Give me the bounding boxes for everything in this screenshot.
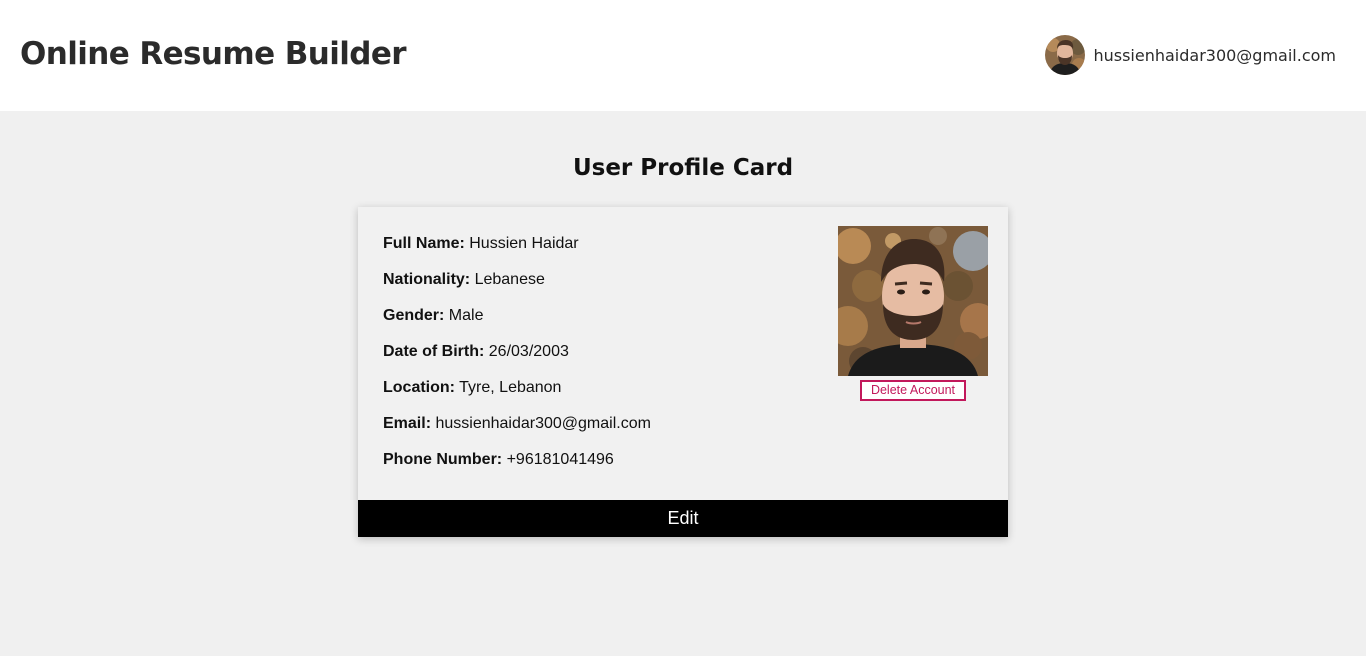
field-label: Email: xyxy=(383,415,432,432)
field-location: Location: Tyre, Lebanon xyxy=(383,378,651,414)
app-title[interactable]: Online Resume Builder xyxy=(20,33,407,75)
field-value: hussienhaidar300@gmail.com xyxy=(435,415,651,432)
field-value: Tyre, Lebanon xyxy=(459,379,562,396)
field-gender: Gender: Male xyxy=(383,306,651,342)
field-label: Phone Number: xyxy=(383,451,503,468)
field-date-of-birth: Date of Birth: 26/03/2003 xyxy=(383,342,651,378)
field-phone-number: Phone Number: +96181041496 xyxy=(383,450,651,486)
field-label: Gender: xyxy=(383,307,445,324)
avatar[interactable] xyxy=(1045,35,1086,75)
user-email[interactable]: hussienhaidar300@gmail.com xyxy=(1093,46,1336,65)
field-value: +96181041496 xyxy=(506,451,614,468)
field-full-name: Full Name: Hussien Haidar xyxy=(383,234,651,270)
profile-photo xyxy=(838,226,988,376)
field-nationality: Nationality: Lebanese xyxy=(383,270,651,306)
edit-button[interactable]: Edit xyxy=(358,500,1008,537)
field-label: Location: xyxy=(383,379,455,396)
field-label: Date of Birth: xyxy=(383,343,485,360)
field-value: 26/03/2003 xyxy=(488,343,569,360)
profile-card: Full Name: Hussien Haidar Nationality: L… xyxy=(358,207,1008,537)
page-title: User Profile Card xyxy=(572,155,794,181)
field-value: Lebanese xyxy=(474,271,545,288)
field-value: Hussien Haidar xyxy=(469,235,579,252)
field-label: Full Name: xyxy=(383,235,465,252)
profile-fields: Full Name: Hussien Haidar Nationality: L… xyxy=(383,234,651,486)
top-header: Online Resume Builder hussienhaidar300@g… xyxy=(0,0,1366,111)
delete-account-button[interactable]: Delete Account xyxy=(860,380,966,401)
field-email: Email: hussienhaidar300@gmail.com xyxy=(383,414,651,450)
field-label: Nationality: xyxy=(383,271,471,288)
user-menu[interactable]: hussienhaidar300@gmail.com xyxy=(1045,35,1336,75)
field-value: Male xyxy=(448,307,484,324)
